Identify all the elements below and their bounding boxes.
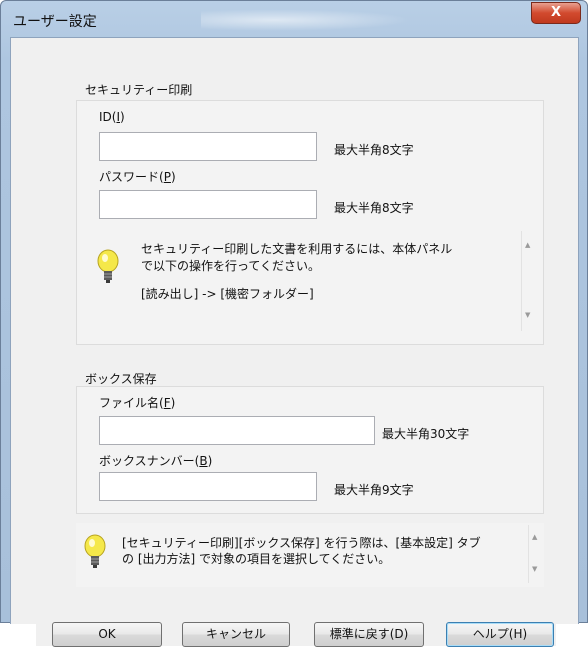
close-icon: X [550,5,562,20]
filename-max-note: 最大半角30文字 [382,427,470,441]
boxnumber-max-note: 最大半角9文字 [334,483,414,497]
box-save-group: ファイル名(F) 最大半角30文字 ボックスナンバー(B) 最大半角9文字 [76,386,544,514]
id-input[interactable] [99,132,317,161]
ok-button[interactable]: OK [52,622,162,647]
dialog-window: ユーザー設定 X セキュリティー印刷 ID(I) 最大半角8文字 パスワード(P… [0,0,588,647]
chevron-up-icon[interactable]: ▲ [532,533,537,541]
window-title: ユーザー設定 [13,14,97,30]
chevron-up-icon[interactable]: ▲ [525,241,530,249]
security-group: ID(I) 最大半角8文字 パスワード(P) 最大半角8文字 セキュリティー印刷… [76,100,544,345]
id-max-note: 最大半角8文字 [334,143,414,157]
chevron-down-icon[interactable]: ▼ [532,565,537,573]
help-button[interactable]: ヘルプ(H) [446,622,554,647]
cancel-button[interactable]: キャンセル [182,622,290,647]
box-group-label: ボックス保存 [85,372,157,386]
security-hint-line2: で以下の操作を行ってください。 [141,259,321,273]
password-input[interactable] [99,190,317,219]
bottom-hint-line2: の [出力方法] で対象の項目を選択してください。 [122,552,391,566]
security-hint-area: セキュリティー印刷した文書を利用するには、本体パネル で以下の操作を行ってくださ… [89,229,537,335]
title-bar-background-blur [201,9,411,31]
bottom-hint-line1: [セキュリティー印刷][ボックス保存] を行う際は、[基本設定] タブ [122,536,481,550]
settings-page: セキュリティー印刷 ID(I) 最大半角8文字 パスワード(P) 最大半角8文字 [36,78,556,647]
id-label: ID(I) [99,110,125,124]
reset-defaults-button[interactable]: 標準に戻す(D) [314,622,424,647]
security-hint-scrollbar[interactable]: ▲ ▼ [521,231,535,331]
security-group-label: セキュリティー印刷 [85,83,193,97]
title-bar[interactable]: ユーザー設定 X [1,1,587,37]
boxnumber-label: ボックスナンバー(B) [99,454,213,468]
boxnumber-input[interactable] [99,472,317,501]
lightbulb-icon [84,534,106,568]
bottom-hint-area: [セキュリティー印刷][ボックス保存] を行う際は、[基本設定] タブ の [出… [76,523,544,587]
lightbulb-icon [97,249,119,283]
chevron-down-icon[interactable]: ▼ [525,311,530,319]
bottom-hint-scrollbar[interactable]: ▲ ▼ [528,525,542,583]
security-hint-line1: セキュリティー印刷した文書を利用するには、本体パネル [141,242,453,256]
password-label: パスワード(P) [99,170,176,184]
dialog-client-area: セキュリティー印刷 ID(I) 最大半角8文字 パスワード(P) 最大半角8文字 [10,37,579,647]
filename-label: ファイル名(F) [99,396,176,410]
filename-input[interactable] [99,416,375,445]
close-button[interactable]: X [531,2,581,24]
password-max-note: 最大半角8文字 [334,201,414,215]
security-hint-line3: [読み出し] -> [機密フォルダー] [141,287,314,301]
